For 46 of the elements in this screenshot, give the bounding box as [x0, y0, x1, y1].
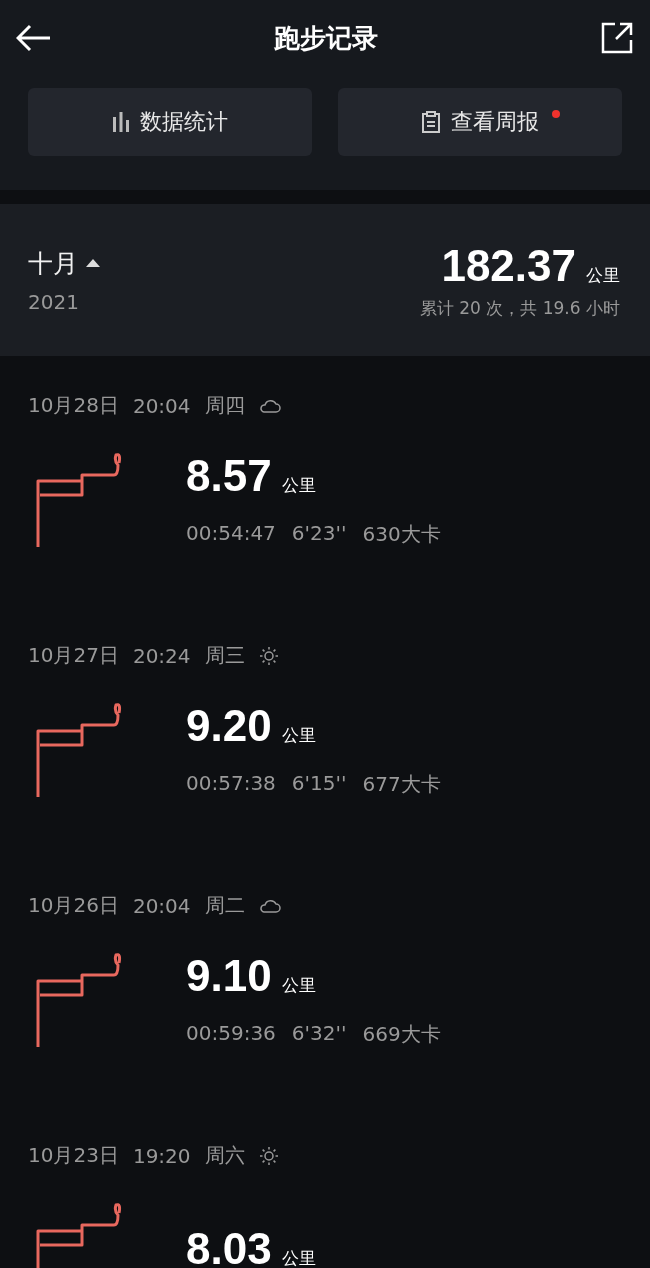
stats-button[interactable]: 数据统计: [28, 88, 312, 156]
month-selector[interactable]: 十月: [28, 246, 78, 280]
back-arrow-icon[interactable]: [16, 24, 52, 52]
weekday-label: 周四: [204, 392, 245, 419]
year-label: 2021: [28, 289, 80, 314]
page-title: 跑步记录: [274, 21, 378, 55]
run-duration: 00:57:38: [186, 770, 276, 797]
run-date: 10月28日: [28, 392, 119, 419]
run-time: 20:24: [132, 643, 191, 668]
cloud-icon: [258, 398, 281, 413]
run-pace: 6'32'': [291, 1020, 347, 1047]
caret-icon[interactable]: [86, 259, 100, 267]
run-distance: 8.57: [186, 450, 272, 501]
run-time: 20:04: [132, 893, 191, 918]
unit-label: 公里: [281, 723, 316, 747]
weekday-label: 周三: [204, 642, 245, 669]
unit-label: 公里: [281, 1247, 316, 1268]
report-button[interactable]: 查看周报: [338, 88, 622, 156]
summary-detail: 累计 20 次，共 19.6 小时: [419, 296, 620, 320]
bar-chart-icon: [112, 112, 130, 132]
run-distance: 9.20: [186, 700, 272, 751]
run-time: 19:20: [132, 1143, 191, 1168]
weekday-label: 周二: [204, 892, 245, 919]
run-pace: 6'15'': [291, 770, 347, 797]
sun-icon: [258, 645, 279, 666]
run-duration: 00:54:47: [186, 520, 276, 547]
run-calories: 677大卡: [362, 770, 441, 798]
unit-label: 公里: [281, 973, 316, 997]
weekday-label: 周六: [204, 1142, 245, 1169]
run-date: 10月27日: [28, 642, 119, 669]
unit-label: 公里: [586, 264, 620, 285]
run-date: 10月26日: [28, 892, 119, 919]
run-time: 20:04: [132, 393, 191, 418]
total-distance: 182.37: [441, 240, 576, 290]
run-calories: 669大卡: [362, 1020, 441, 1048]
run-calories: 630大卡: [362, 520, 441, 548]
share-icon[interactable]: [600, 21, 634, 55]
run-pace: 6'23'': [291, 520, 347, 547]
run-duration: 00:59:36: [186, 1020, 276, 1047]
sun-icon: [258, 1145, 279, 1166]
cloud-icon: [258, 898, 281, 913]
run-date: 10月23日: [28, 1142, 119, 1169]
clipboard-icon: [421, 111, 441, 133]
unit-label: 公里: [281, 473, 316, 497]
run-distance: 8.03: [186, 1224, 272, 1268]
run-distance: 9.10: [186, 950, 272, 1001]
